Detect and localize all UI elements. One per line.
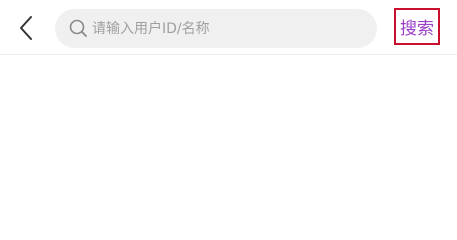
search-button-label: 搜索: [400, 19, 434, 39]
back-button[interactable]: [10, 12, 42, 44]
results-area: [0, 55, 457, 219]
search-button[interactable]: 搜索: [394, 8, 440, 45]
top-bar: 搜索: [0, 0, 457, 54]
search-input[interactable]: [92, 9, 362, 48]
search-icon: [69, 19, 87, 37]
search-bar[interactable]: [55, 9, 377, 48]
chevron-left-icon: [20, 16, 32, 40]
search-screen: 搜索: [0, 0, 457, 219]
